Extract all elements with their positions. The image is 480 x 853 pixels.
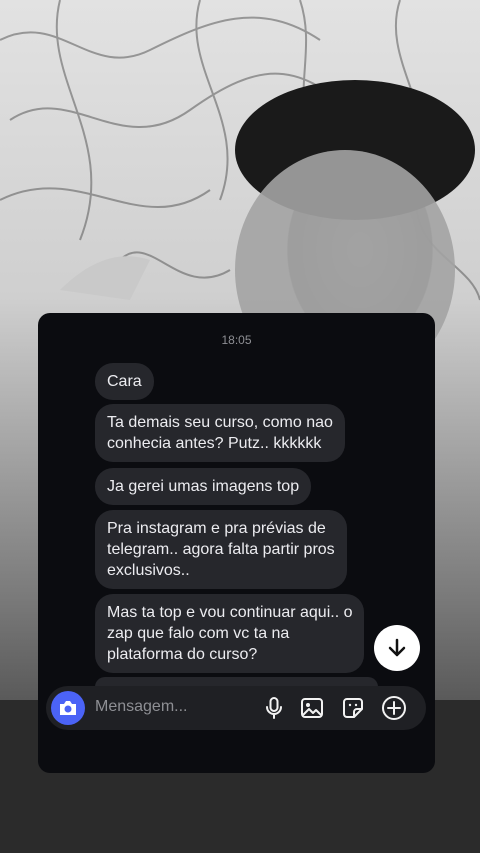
gallery-button[interactable] [299, 695, 325, 721]
gallery-icon [301, 698, 323, 718]
arrow-down-icon [388, 638, 406, 657]
message-input[interactable]: Mensagem... [95, 698, 187, 716]
message-bubble[interactable]: Cara [95, 363, 154, 400]
microphone-button[interactable] [261, 695, 287, 721]
message-timestamp: 18:05 [221, 333, 252, 347]
scroll-to-bottom-button[interactable] [374, 625, 420, 671]
message-bubble[interactable]: Mas ta top e vou continuar aqui.. o zap … [95, 594, 365, 673]
message-composer: Mensagem... [46, 686, 426, 730]
message-bubble[interactable]: Ta demais seu curso, como nao conhecia a… [95, 404, 345, 462]
add-button[interactable] [381, 695, 407, 721]
sticker-icon [343, 698, 363, 718]
sticker-button[interactable] [340, 695, 366, 721]
add-icon [382, 696, 406, 720]
camera-icon [60, 701, 76, 715]
message-bubble[interactable]: Pra instagram e pra prévias de telegram.… [95, 510, 347, 589]
microphone-icon [266, 697, 282, 719]
camera-button[interactable] [51, 691, 85, 725]
message-bubble[interactable]: Ja gerei umas imagens top [95, 468, 312, 505]
